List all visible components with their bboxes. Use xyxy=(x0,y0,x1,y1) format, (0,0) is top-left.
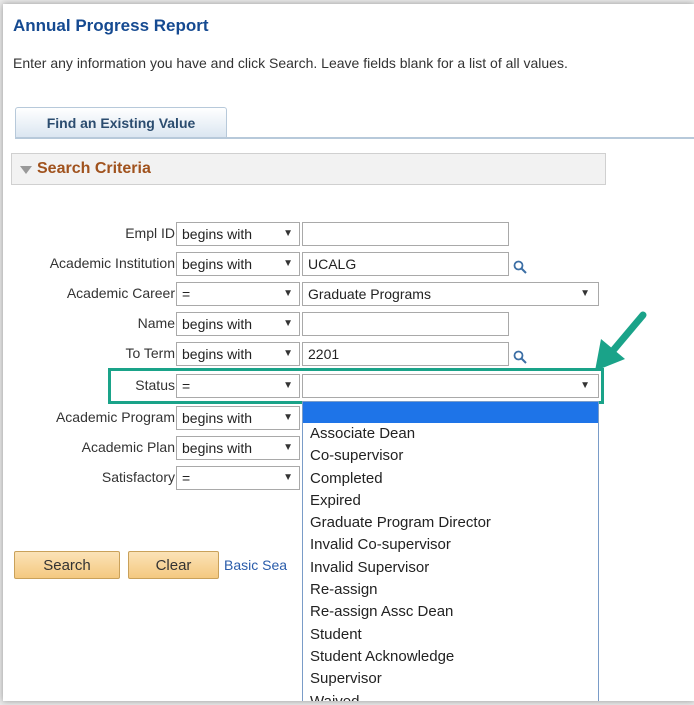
chevron-down-icon: ▼ xyxy=(283,318,293,329)
clear-button[interactable]: Clear xyxy=(128,551,219,579)
dropdown-option[interactable]: Completed xyxy=(303,468,598,490)
chevron-down-icon: ▼ xyxy=(283,472,293,483)
tab-underline xyxy=(15,137,694,139)
to-term-operator-select[interactable]: begins with ▼ xyxy=(176,342,300,366)
dropdown-option[interactable]: Associate Dean xyxy=(303,423,598,445)
name-operator-select[interactable]: begins with ▼ xyxy=(176,312,300,336)
dropdown-option[interactable]: Student xyxy=(303,624,598,646)
empl-id-label: Empl ID xyxy=(125,225,175,241)
academic-program-operator-value: begins with xyxy=(182,410,253,426)
academic-program-label: Academic Program xyxy=(55,409,175,425)
basic-search-link[interactable]: Basic Sea xyxy=(224,557,287,573)
search-button[interactable]: Search xyxy=(14,551,120,579)
clear-button-label: Clear xyxy=(155,556,192,574)
dropdown-option[interactable]: Supervisor xyxy=(303,668,598,690)
dropdown-option[interactable]: Invalid Co-supervisor xyxy=(303,534,598,556)
academic-career-operator-select[interactable]: = ▼ xyxy=(176,282,300,306)
status-highlight-box xyxy=(108,368,604,404)
academic-institution-value: UCALG xyxy=(308,256,357,272)
page-title: Annual Progress Report xyxy=(13,16,209,35)
academic-institution-operator-select[interactable]: begins with ▼ xyxy=(176,252,300,276)
to-term-label: To Term xyxy=(125,345,175,361)
dropdown-option[interactable]: Waived xyxy=(303,691,598,701)
academic-career-operator-value: = xyxy=(182,286,191,302)
name-label: Name xyxy=(137,315,175,331)
instructions-text: Enter any information you have and click… xyxy=(13,55,568,71)
academic-career-select[interactable]: Graduate Programs ▼ xyxy=(302,282,599,306)
academic-institution-operator-value: begins with xyxy=(182,256,253,272)
dropdown-option[interactable]: Graduate Program Director xyxy=(303,512,598,534)
dropdown-option[interactable]: Invalid Supervisor xyxy=(303,557,598,579)
magnifier-icon[interactable] xyxy=(513,350,527,364)
chevron-down-icon: ▼ xyxy=(283,288,293,299)
academic-plan-label: Academic Plan xyxy=(81,439,175,455)
to-term-input[interactable]: 2201 xyxy=(302,342,509,366)
empl-id-operator-value: begins with xyxy=(182,226,253,242)
academic-career-value: Graduate Programs xyxy=(308,286,431,302)
to-term-operator-value: begins with xyxy=(182,346,253,362)
status-dropdown-list[interactable]: Associate Dean Co-supervisor Completed E… xyxy=(302,401,599,701)
academic-institution-label: Academic Institution xyxy=(49,255,175,271)
empl-id-operator-select[interactable]: begins with ▼ xyxy=(176,222,300,246)
name-operator-value: begins with xyxy=(182,316,253,332)
to-term-value: 2201 xyxy=(308,346,340,362)
chevron-down-icon: ▼ xyxy=(283,228,293,239)
search-criteria-header[interactable]: Search Criteria xyxy=(11,153,606,185)
collapse-triangle-icon xyxy=(20,165,32,174)
chevron-down-icon: ▼ xyxy=(283,412,293,423)
dropdown-option[interactable]: Student Acknowledge xyxy=(303,646,598,668)
empl-id-input[interactable] xyxy=(302,222,509,246)
satisfactory-operator-value: = xyxy=(182,470,191,486)
academic-institution-input[interactable]: UCALG xyxy=(302,252,509,276)
academic-plan-operator-value: begins with xyxy=(182,440,253,456)
chevron-down-icon: ▼ xyxy=(283,442,293,453)
name-input[interactable] xyxy=(302,312,509,336)
section-title: Search Criteria xyxy=(37,160,151,177)
search-button-label: Search xyxy=(43,556,91,574)
window: Annual Progress Report Enter any informa… xyxy=(3,4,694,701)
academic-plan-operator-select[interactable]: begins with ▼ xyxy=(176,436,300,460)
chevron-down-icon: ▼ xyxy=(580,288,590,299)
satisfactory-label: Satisfactory xyxy=(101,469,175,485)
chevron-down-icon: ▼ xyxy=(283,258,293,269)
academic-career-label: Academic Career xyxy=(66,285,175,301)
chevron-down-icon: ▼ xyxy=(283,348,293,359)
dropdown-option[interactable]: Expired xyxy=(303,490,598,512)
tab-label: Find an Existing Value xyxy=(46,114,196,131)
dropdown-option[interactable]: Co-supervisor xyxy=(303,445,598,467)
tab-find-existing-value[interactable]: Find an Existing Value xyxy=(15,107,227,137)
arrow-icon xyxy=(595,311,647,371)
academic-program-operator-select[interactable]: begins with ▼ xyxy=(176,406,300,430)
dropdown-option-blank-selected[interactable] xyxy=(303,402,598,423)
dropdown-option[interactable]: Re-assign Assc Dean xyxy=(303,601,598,623)
dropdown-option[interactable]: Re-assign xyxy=(303,579,598,601)
satisfactory-operator-select[interactable]: = ▼ xyxy=(176,466,300,490)
magnifier-icon[interactable] xyxy=(513,260,527,274)
